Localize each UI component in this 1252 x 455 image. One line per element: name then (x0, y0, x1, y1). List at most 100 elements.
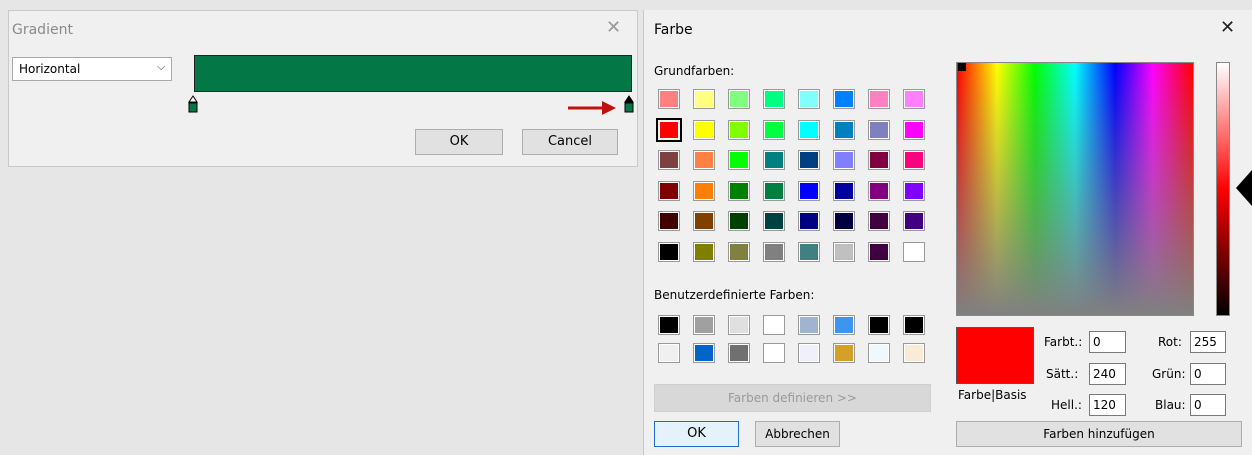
basic-color-swatch[interactable] (833, 89, 855, 109)
custom-color-swatch[interactable] (763, 343, 785, 363)
basic-color-swatch[interactable] (833, 150, 855, 170)
color-spectrum[interactable] (956, 62, 1194, 316)
basic-color-swatch[interactable] (763, 89, 785, 109)
basic-color-swatch[interactable] (728, 89, 750, 109)
basic-color-swatch[interactable] (798, 150, 820, 170)
custom-color-swatch[interactable] (763, 315, 785, 335)
basic-color-swatch[interactable] (693, 211, 715, 231)
luminance-label: Hell.: (1051, 398, 1082, 412)
hue-label: Farbt.: (1044, 335, 1083, 349)
basic-color-swatch[interactable] (903, 180, 925, 201)
color-cancel-button[interactable]: Abbrechen (755, 421, 840, 447)
gradient-stop-right[interactable] (624, 95, 634, 113)
basic-color-swatch[interactable] (868, 150, 890, 170)
green-label: Grün: (1152, 367, 1186, 381)
color-dialog-close-icon[interactable]: ✕ (1220, 18, 1235, 38)
basic-color-swatch[interactable] (656, 117, 682, 142)
custom-color-swatch[interactable] (693, 343, 715, 363)
basic-color-swatch[interactable] (693, 241, 715, 262)
red-label: Rot: (1158, 335, 1182, 349)
custom-color-swatch[interactable] (798, 343, 820, 363)
custom-color-swatch[interactable] (868, 343, 890, 363)
basic-color-swatch[interactable] (693, 180, 715, 201)
basic-color-swatch[interactable] (903, 119, 925, 140)
custom-colors-label: Benutzerdefinierte Farben: (654, 288, 815, 302)
basic-color-swatch[interactable] (658, 89, 680, 109)
saturation-field[interactable]: 240 (1089, 363, 1126, 385)
add-custom-color-button[interactable]: Farben hinzufügen (956, 421, 1242, 447)
basic-color-swatch[interactable] (728, 119, 750, 140)
basic-color-swatch[interactable] (728, 211, 750, 231)
custom-color-swatch[interactable] (868, 315, 890, 335)
custom-color-swatch[interactable] (693, 315, 715, 335)
basic-color-swatch[interactable] (798, 211, 820, 231)
green-field[interactable]: 0 (1190, 363, 1226, 385)
red-arrow-icon (568, 101, 616, 115)
basic-colors-label: Grundfarben: (654, 64, 735, 78)
basic-color-swatch[interactable] (868, 180, 890, 201)
basic-color-swatch[interactable] (693, 150, 715, 170)
basic-color-swatch[interactable] (868, 89, 890, 109)
custom-color-swatch[interactable] (728, 315, 750, 335)
basic-color-swatch[interactable] (833, 211, 855, 231)
custom-color-swatch[interactable] (903, 315, 925, 335)
color-preview-swatch (956, 327, 1034, 384)
basic-color-swatch[interactable] (763, 211, 785, 231)
basic-color-swatch[interactable] (833, 119, 855, 140)
custom-color-swatch[interactable] (658, 315, 680, 335)
basic-color-swatch[interactable] (903, 89, 925, 109)
direction-select-value: Horizontal (19, 62, 81, 76)
basic-color-swatch[interactable] (728, 241, 750, 262)
luminance-pointer-icon[interactable] (1236, 170, 1252, 206)
custom-color-swatch[interactable] (833, 343, 855, 363)
custom-color-swatch[interactable] (728, 343, 750, 363)
basic-color-swatch[interactable] (903, 241, 925, 262)
custom-color-swatch[interactable] (903, 343, 925, 363)
basic-color-swatch[interactable] (868, 119, 890, 140)
red-field[interactable]: 255 (1190, 331, 1226, 353)
basic-color-swatch[interactable] (763, 180, 785, 201)
define-colors-button[interactable]: Farben definieren >> (654, 384, 931, 412)
custom-color-swatch[interactable] (833, 315, 855, 335)
basic-color-swatch[interactable] (728, 180, 750, 201)
custom-color-swatch[interactable] (658, 343, 680, 363)
basic-color-swatch[interactable] (798, 180, 820, 201)
basic-color-swatch[interactable] (903, 150, 925, 170)
blue-field[interactable]: 0 (1190, 394, 1226, 416)
basic-color-swatch[interactable] (658, 150, 680, 170)
luminance-field[interactable]: 120 (1089, 394, 1126, 416)
basic-color-swatch[interactable] (763, 241, 785, 262)
basic-color-swatch[interactable] (728, 150, 750, 170)
basic-color-swatch[interactable] (833, 241, 855, 262)
luminance-slider[interactable] (1216, 62, 1230, 316)
basic-color-swatch[interactable] (868, 241, 890, 262)
color-ok-button[interactable]: OK (654, 421, 739, 447)
basic-color-swatch[interactable] (798, 89, 820, 109)
basic-color-swatch[interactable] (798, 119, 820, 140)
basic-color-swatch[interactable] (763, 150, 785, 170)
basic-color-swatch[interactable] (658, 241, 680, 262)
gradient-close-icon[interactable]: ✕ (606, 18, 621, 38)
spectrum-crosshair[interactable] (958, 63, 966, 71)
direction-select[interactable]: Horizontal ⌵ (12, 57, 172, 81)
gradient-preview-bar (194, 55, 632, 92)
chevron-down-icon: ⌵ (157, 60, 166, 73)
basic-color-swatch[interactable] (868, 211, 890, 231)
basic-color-swatch[interactable] (798, 241, 820, 262)
color-dialog-title: Farbe (654, 22, 693, 38)
blue-label: Blau: (1155, 398, 1186, 412)
custom-color-swatch[interactable] (798, 315, 820, 335)
basic-color-swatch[interactable] (693, 119, 715, 140)
basic-color-swatch[interactable] (763, 119, 785, 140)
gradient-ok-button[interactable]: OK (415, 129, 503, 155)
basic-color-swatch[interactable] (833, 180, 855, 201)
color-preview-label: Farbe|Basis (958, 388, 1027, 402)
gradient-cancel-button[interactable]: Cancel (522, 129, 618, 155)
gradient-stop-left[interactable] (188, 95, 198, 113)
hue-field[interactable]: 0 (1089, 331, 1126, 353)
gradient-title: Gradient (12, 22, 73, 38)
basic-color-swatch[interactable] (658, 211, 680, 231)
basic-color-swatch[interactable] (693, 89, 715, 109)
basic-color-swatch[interactable] (658, 180, 680, 201)
basic-color-swatch[interactable] (903, 211, 925, 231)
